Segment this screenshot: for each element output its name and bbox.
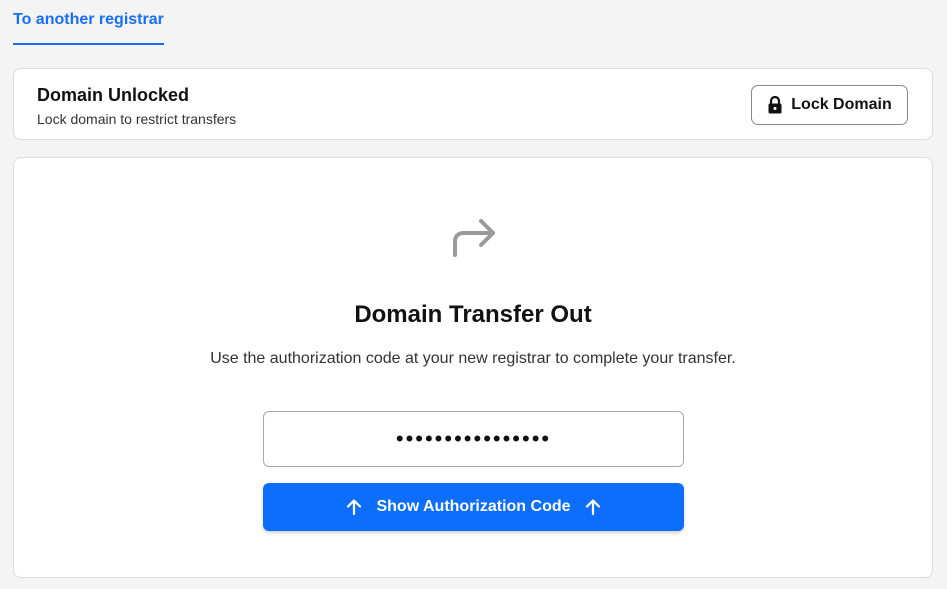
authorization-code-field[interactable] [263, 411, 684, 467]
show-code-label: Show Authorization Code [376, 498, 571, 515]
transfer-out-card: Domain Transfer Out Use the authorizatio… [13, 157, 933, 578]
share-forward-icon [447, 215, 499, 259]
status-subtitle: Lock domain to restrict transfers [37, 111, 237, 127]
arrow-up-icon [344, 497, 364, 517]
status-title: Domain Unlocked [37, 85, 190, 105]
domain-status-card: Domain Unlocked Lock domain to restrict … [13, 68, 933, 140]
lock-domain-button[interactable]: Lock Domain [751, 85, 908, 125]
show-authorization-code-button[interactable]: Show Authorization Code [263, 483, 684, 531]
tab-label: To another registrar [13, 10, 164, 28]
lock-domain-label: Lock Domain [791, 96, 892, 113]
transfer-description: Use the authorization code at your new r… [210, 350, 736, 367]
lock-icon [767, 95, 783, 115]
arrow-up-icon [583, 497, 603, 517]
tab-to-another-registrar[interactable]: To another registrar [13, 0, 164, 45]
transfer-title: Domain Transfer Out [354, 301, 592, 328]
